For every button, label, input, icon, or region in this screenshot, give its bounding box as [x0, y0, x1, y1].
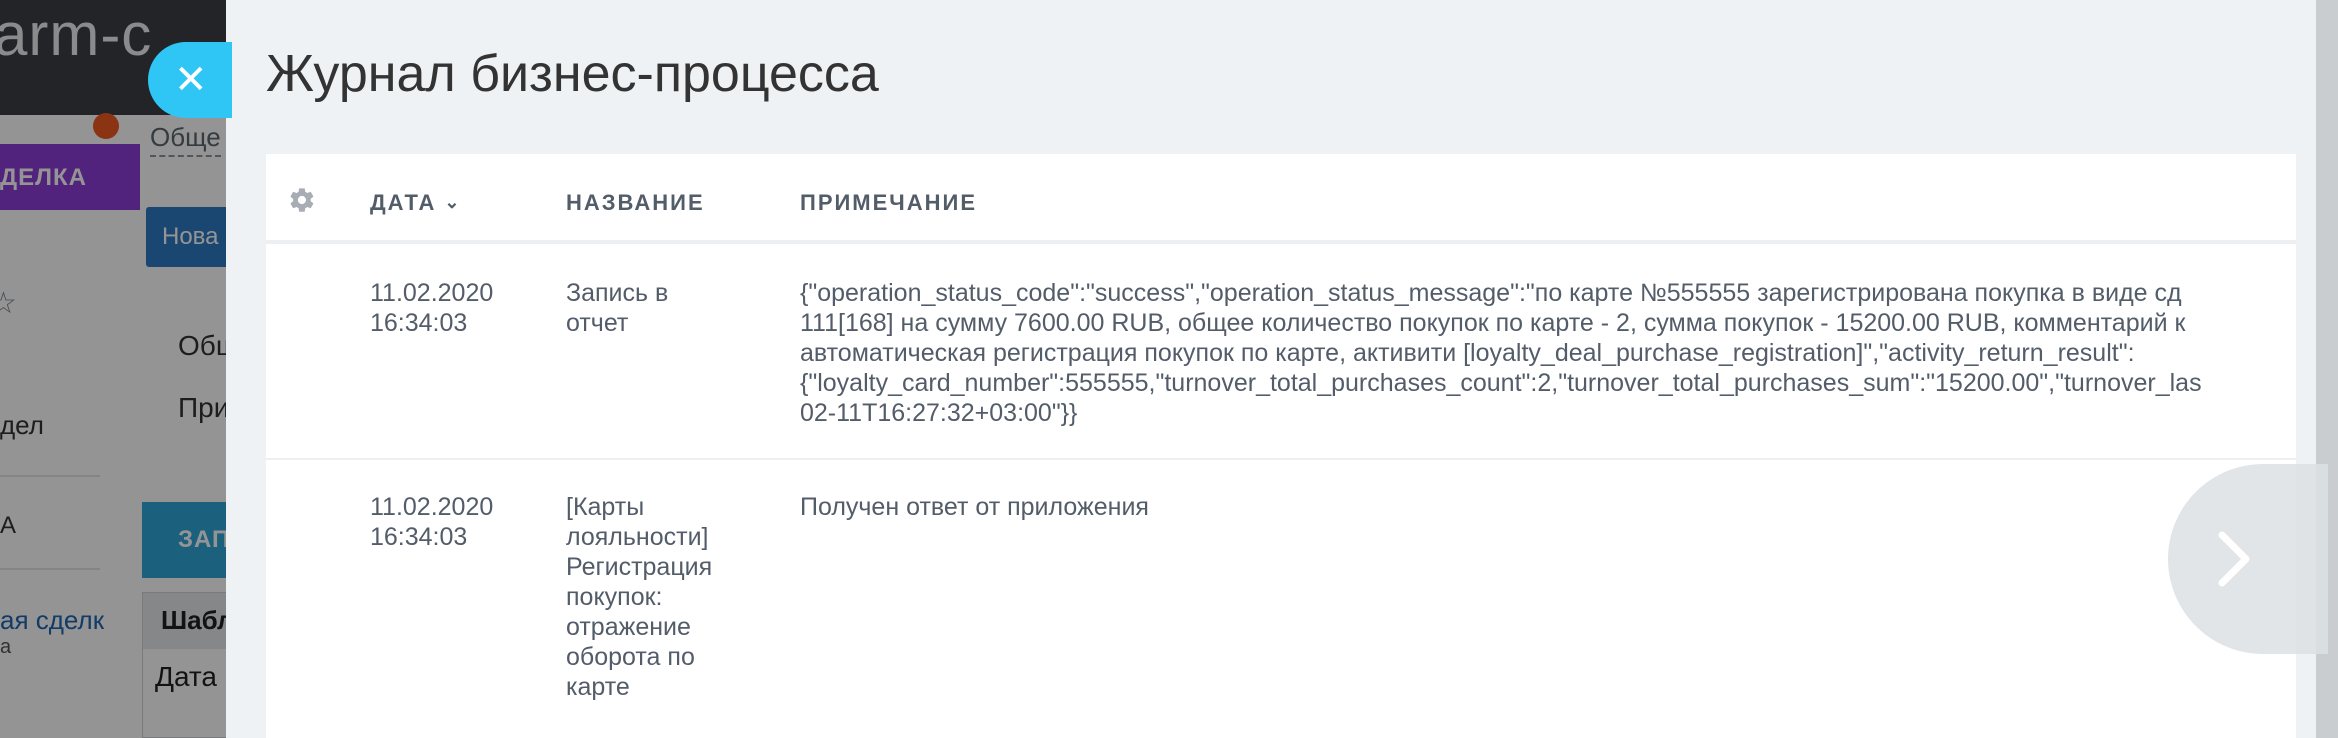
cell-name: [Карты лояльности] Регистрация покупок: … [566, 493, 713, 701]
chevron-right-icon [2218, 531, 2250, 587]
column-header-date-label: ДАТА [370, 190, 437, 215]
cell-date: 11.02.2020 16:34:03 [370, 279, 494, 337]
chevron-down-icon: ⌄ [444, 192, 462, 212]
column-header-name: НАЗВАНИЕ [566, 190, 705, 215]
cell-name: Запись в отчет [566, 279, 669, 337]
page-title: Журнал бизнес-процесса [266, 45, 879, 103]
gear-icon[interactable] [288, 186, 316, 214]
cell-date: 11.02.2020 16:34:03 [370, 493, 494, 551]
table-header: ДАТА ⌄ НАЗВАНИЕ ПРИМЕЧАНИЕ [266, 154, 2296, 244]
log-table: ДАТА ⌄ НАЗВАНИЕ ПРИМЕЧАНИЕ 11.02.2020 16:… [266, 154, 2296, 738]
cell-note: {"operation_status_code":"success","oper… [800, 279, 2202, 427]
close-icon: ✕ [174, 58, 208, 102]
cell-note: Получен ответ от приложения [800, 493, 1149, 521]
column-header-note: ПРИМЕЧАНИЕ [800, 190, 978, 215]
table-row: 11.02.2020 16:34:03 [Карты лояльности] Р… [266, 462, 2296, 738]
column-header-date[interactable]: ДАТА ⌄ [370, 190, 462, 216]
table-row: 11.02.2020 16:34:03 Запись в отчет {"ope… [266, 248, 2296, 460]
close-button[interactable]: ✕ [148, 42, 232, 118]
business-process-log-panel: Журнал бизнес-процесса ДАТА ⌄ НАЗВАНИЕ ПР… [226, 0, 2316, 738]
